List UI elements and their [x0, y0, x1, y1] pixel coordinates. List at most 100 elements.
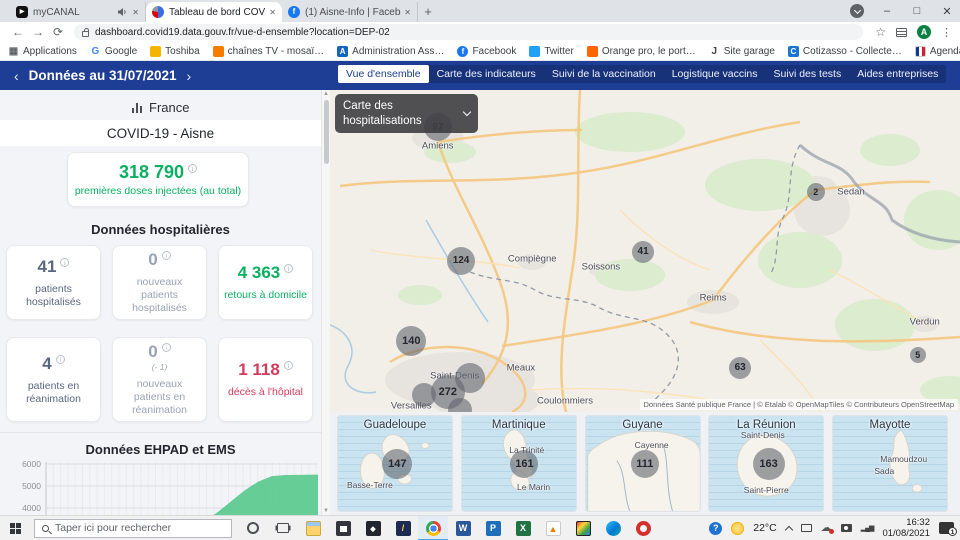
new-tab-button[interactable]: + — [418, 2, 438, 22]
dashboard-tab[interactable]: Logistique vaccins — [664, 65, 766, 83]
camera-tray-icon[interactable] — [841, 524, 852, 532]
vlc-icon[interactable] — [538, 516, 568, 540]
info-icon[interactable] — [162, 343, 171, 352]
info-icon[interactable] — [188, 164, 197, 173]
edge-icon[interactable] — [598, 516, 628, 540]
store-icon[interactable] — [328, 516, 358, 540]
photos-icon[interactable] — [568, 516, 598, 540]
opera-icon[interactable] — [628, 516, 658, 540]
scroll-down-arrow-icon[interactable]: ▼ — [322, 508, 330, 514]
dashboard-tab[interactable]: Aides entreprises — [849, 65, 946, 83]
cloud-sync-icon[interactable]: ☁ — [821, 523, 832, 534]
reading-list-icon[interactable] — [896, 28, 907, 37]
map-city-label: Verdun — [910, 316, 940, 327]
tab-close-icon[interactable]: ✕ — [404, 8, 411, 17]
excel-icon[interactable]: X — [508, 516, 538, 540]
map-hospitalisation-bubble[interactable]: 63 — [729, 357, 751, 379]
hospitalisations-map[interactable]: AmiensSedanCompiègneSoissonsReimsMeauxSa… — [330, 90, 960, 412]
tab-close-icon[interactable]: ✕ — [269, 8, 276, 17]
bookmark-item[interactable]: JSite garage — [709, 46, 775, 57]
maximize-button[interactable]: □ — [910, 5, 924, 17]
tab-audio-icon[interactable] — [117, 7, 127, 17]
bookmark-item[interactable]: fFacebook — [457, 46, 516, 57]
overseas-hospitalisation-bubble[interactable]: 111 — [631, 450, 659, 478]
info-icon[interactable] — [284, 361, 293, 370]
bookmark-item[interactable]: AAdministration Ass… — [337, 46, 444, 57]
map-layer-selector[interactable]: Carte des hospitalisations — [335, 94, 478, 133]
dashboard-tab[interactable]: Vue d'ensemble — [338, 65, 429, 83]
chrome-icon[interactable] — [418, 516, 448, 540]
back-button[interactable]: ← — [8, 25, 28, 39]
map-layer-label: Carte des hospitalisations — [343, 99, 464, 128]
profile-avatar[interactable]: A — [917, 25, 931, 39]
overseas-panel-guyane[interactable]: GuyaneCayenne111 — [585, 415, 701, 512]
shortcut-app-icon[interactable] — [388, 516, 418, 540]
search-icon — [42, 525, 49, 532]
previous-date-button[interactable]: ‹ — [14, 68, 19, 84]
tray-expand-icon[interactable] — [784, 525, 792, 533]
taskbar-search[interactable]: Taper ici pour rechercher — [34, 519, 232, 538]
bookmark-item[interactable]: CCotizasso - Collecte… — [788, 46, 902, 57]
info-icon[interactable] — [284, 264, 293, 273]
browser-tab[interactable]: f(1) Aisne-Info | Facebook✕ — [282, 2, 418, 22]
dashboard-tab[interactable]: Suivi de la vaccination — [544, 65, 664, 83]
browser-tab[interactable]: myCANAL✕ — [10, 2, 146, 22]
map-hospitalisation-bubble[interactable]: 41 — [632, 241, 654, 263]
overseas-hospitalisation-bubble[interactable]: 163 — [753, 448, 785, 480]
scrollbar-thumb[interactable] — [324, 100, 329, 164]
overseas-panel-martinique[interactable]: MartiniqueLa TrinitéLe Marin161 — [461, 415, 577, 512]
bookmark-item[interactable]: chaînes TV - mosaï… — [213, 46, 325, 57]
bookmark-item[interactable]: GGoogle — [90, 46, 137, 57]
reload-button[interactable]: ⟳ — [48, 25, 68, 39]
overseas-hospitalisation-bubble[interactable]: 147 — [382, 449, 412, 479]
map-hospitalisation-bubble[interactable]: 2 — [807, 183, 825, 201]
dashboard-tab[interactable]: Suivi des tests — [766, 65, 850, 83]
bookmark-item[interactable]: Twitter — [529, 46, 573, 57]
bookmark-item[interactable]: Toshiba — [150, 46, 199, 57]
file-explorer-icon[interactable] — [298, 516, 328, 540]
weather-icon[interactable] — [731, 522, 744, 535]
stat-card: 41patients hospitalisés — [6, 245, 101, 320]
overseas-panel-mayotte[interactable]: MayotteMamoudzouSada — [832, 415, 948, 512]
notification-center-icon[interactable]: 1 — [939, 522, 954, 534]
tab-search-button[interactable] — [850, 4, 864, 18]
sidebar-scrollbar[interactable]: ▲ ▼ — [321, 90, 330, 515]
cortana-icon[interactable] — [238, 516, 268, 540]
forward-button[interactable]: → — [28, 25, 48, 39]
scroll-up-arrow-icon[interactable]: ▲ — [322, 91, 330, 97]
start-button[interactable] — [0, 516, 30, 540]
dropbox-icon[interactable] — [358, 516, 388, 540]
overseas-hospitalisation-bubble[interactable]: 161 — [510, 450, 538, 478]
task-view-icon[interactable] — [268, 516, 298, 540]
display-tray-icon[interactable] — [801, 524, 812, 532]
menu-kebab-icon[interactable]: ⋮ — [941, 26, 952, 39]
clock[interactable]: 16:32 01/08/2021 — [882, 517, 930, 540]
overseas-panel-guadeloupe[interactable]: GuadeloupeBasse-Terre147 — [337, 415, 453, 512]
bookmark-item[interactable]: ▦Applications — [8, 46, 77, 57]
dashboard-tab[interactable]: Carte des indicateurs — [429, 65, 544, 83]
bookmark-star-icon[interactable]: ☆ — [875, 25, 886, 39]
map-hospitalisation-bubble[interactable]: 140 — [396, 326, 426, 356]
map-hospitalisation-bubble[interactable]: 5 — [910, 347, 926, 363]
bookmark-label: Administration Ass… — [352, 46, 444, 57]
temperature[interactable]: 22°C — [753, 522, 776, 534]
map-hospitalisation-bubble[interactable]: 124 — [447, 247, 475, 275]
next-date-button[interactable]: › — [187, 68, 192, 84]
region-selector-france[interactable]: France — [0, 94, 321, 120]
close-button[interactable]: ✕ — [940, 5, 954, 18]
info-icon[interactable] — [60, 258, 69, 267]
bookmark-item[interactable]: Orange pro, le port… — [587, 46, 696, 57]
word-icon[interactable]: W — [448, 516, 478, 540]
overseas-panel-reunion[interactable]: La RéunionSaint-DenisSaint-Pierre163 — [708, 415, 824, 512]
info-icon[interactable] — [162, 251, 171, 260]
bookmark-item[interactable]: Agenda Premier Mi… — [915, 46, 960, 57]
browser-tab[interactable]: Tableau de bord COVID-19 Suivi✕ — [146, 2, 282, 22]
publisher-icon[interactable]: P — [478, 516, 508, 540]
minimize-button[interactable]: – — [880, 5, 894, 17]
map-hospitalisation-bubble[interactable]: 272 — [431, 375, 465, 409]
network-icon[interactable]: ▂▄▆ — [861, 525, 874, 532]
help-icon[interactable]: ? — [709, 522, 722, 535]
info-icon[interactable] — [56, 355, 65, 364]
address-bar[interactable]: dashboard.covid19.data.gouv.fr/vue-d-ens… — [74, 24, 863, 40]
tab-close-icon[interactable]: ✕ — [132, 8, 139, 17]
